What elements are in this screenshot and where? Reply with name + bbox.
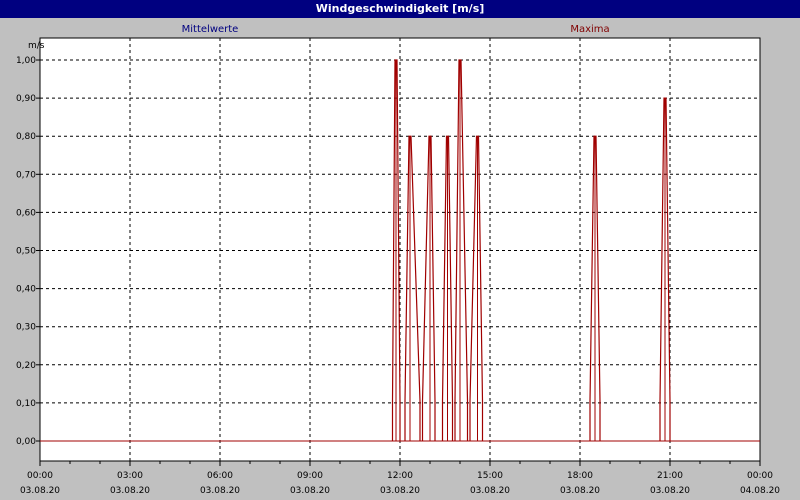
y-tick-label: 0,10 [16,399,36,409]
x-tick-time: 00:00 [747,471,773,481]
x-tick-time: 15:00 [477,471,503,481]
chart-window: Windgeschwindigkeit [m/s] Mittelwerte Ma… [0,0,800,500]
y-tick-labels: 0,00 0,10 0,20 0,30 0,40 0,50 0,60 0,70 0,80 0,90… [16,56,36,447]
x-tick-date: 03.08.20 [290,486,330,496]
y-tick-label: 0,60 [16,208,36,218]
x-tick-time: 03:00 [117,471,143,481]
x-tick-date: 03.08.20 [560,486,600,496]
x-tick-date: 03.08.20 [20,486,60,496]
x-tick-date: 03.08.20 [110,486,150,496]
x-tick-labels: 00:00 03.08.20 03:00 03.08.20 06:00 03.08.20 0… [20,471,780,496]
x-tick-time: 06:00 [207,471,233,481]
y-axis-unit: m/s [28,41,45,51]
y-tick-label: 0,80 [16,132,36,142]
y-tick-label: 0,50 [16,247,36,257]
wind-speed-chart: m/s 0,00 0,10 0,20 0,30 0,40 0,50 0,60 0,70 0,80… [16,37,780,496]
x-tick-date: 03.08.20 [470,486,510,496]
x-tick-time: 12:00 [387,471,413,481]
x-tick-time: 18:00 [567,471,593,481]
x-tick-time: 09:00 [297,471,323,481]
y-tick-label: 0,70 [16,170,36,180]
x-tick-date: 03.08.20 [380,486,420,496]
x-tick-time: 21:00 [657,471,683,481]
x-tick-date: 03.08.20 [650,486,690,496]
x-tick-date: 03.08.20 [200,486,240,496]
y-tick-label: 0,30 [16,323,36,333]
y-tick-label: 0,40 [16,285,36,295]
x-tick-time: 00:00 [27,471,53,481]
x-tick-date: 04.08.20 [740,486,780,496]
y-tick-label: 0,00 [16,437,36,447]
y-tick-label: 0,20 [16,361,36,371]
y-tick-label: 1,00 [16,56,36,66]
y-tick-label: 0,90 [16,94,36,104]
